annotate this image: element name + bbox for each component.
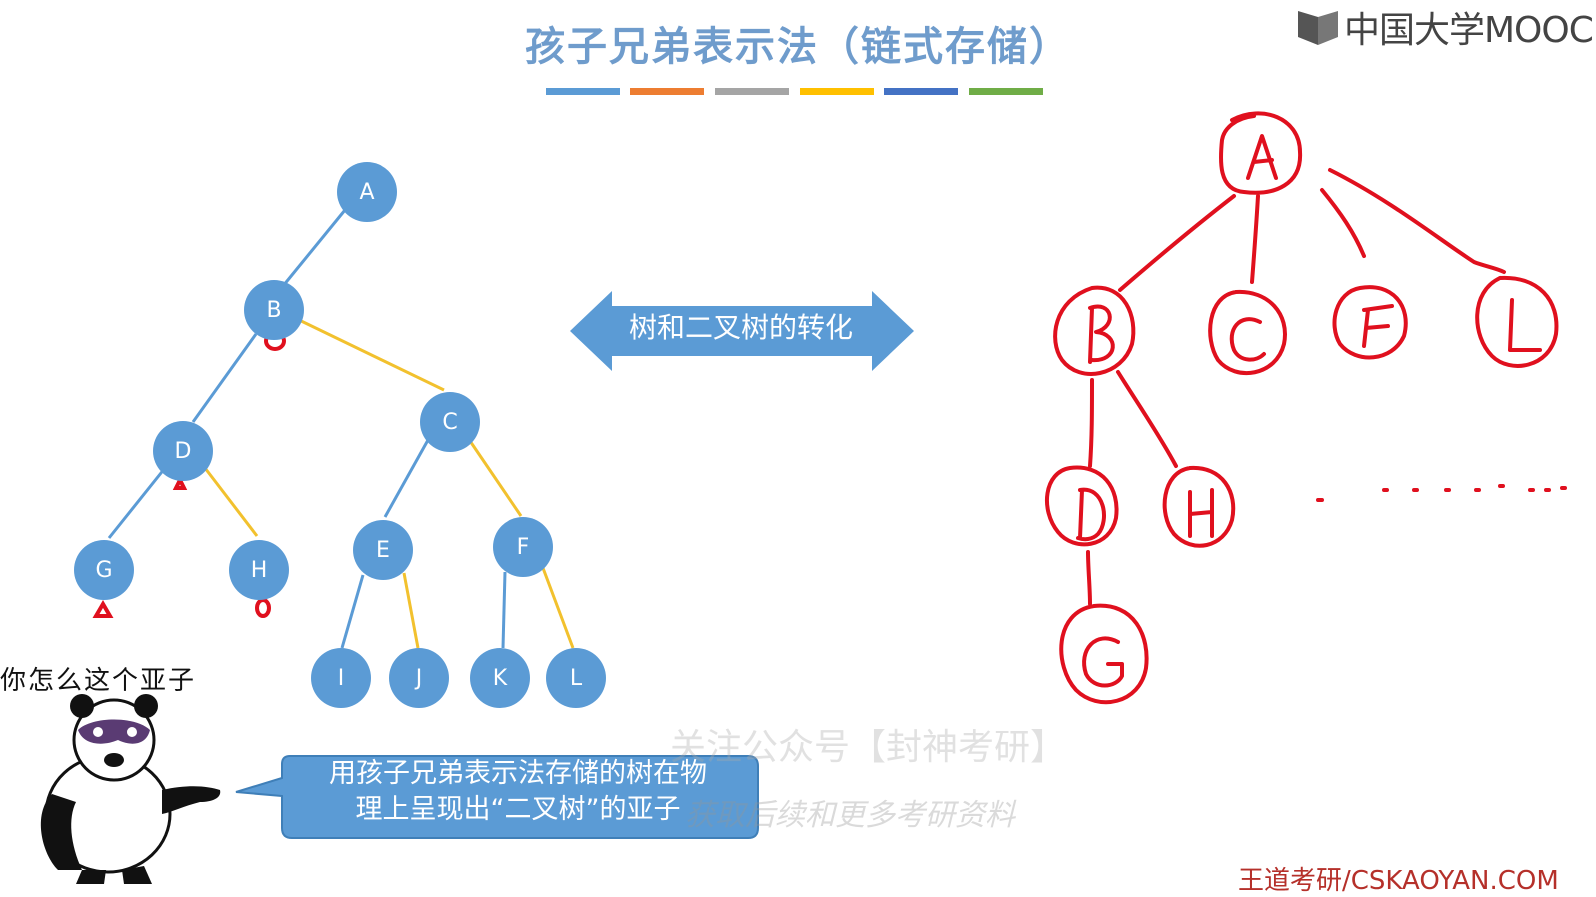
site-url: 王道考研/CSKAOYAN.COM — [1238, 866, 1559, 896]
watermark-line-1: 关注公众号【封神考研】 — [670, 727, 1067, 768]
watermark-line-2: 获取后续和更多考研资料 — [685, 798, 1015, 833]
callout-line-2: 理上呈现出“二叉树”的亚子 — [355, 794, 681, 825]
